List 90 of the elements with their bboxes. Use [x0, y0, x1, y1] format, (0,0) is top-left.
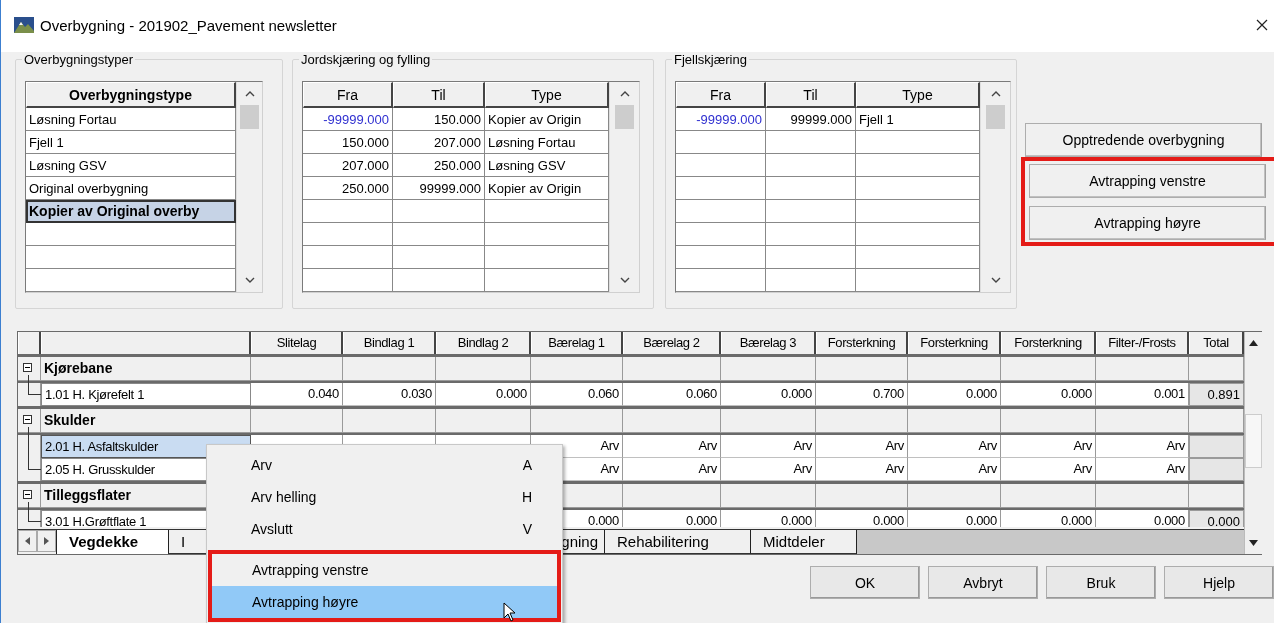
- shortcut-key: V: [522, 521, 532, 537]
- column-header[interactable]: Til: [393, 82, 485, 108]
- dialog-button[interactable]: Avbryt: [928, 566, 1038, 599]
- table-cell: 207.000: [393, 131, 485, 154]
- table-cell: Arv: [721, 457, 816, 481]
- table-cell: 250.000: [393, 154, 485, 177]
- column-header[interactable]: Bærelag 1: [531, 332, 623, 354]
- column-header[interactable]: Filter-/Frosts: [1096, 332, 1189, 354]
- total-cell: 0.891: [1189, 382, 1244, 406]
- table-cell: Arv: [623, 434, 721, 458]
- tab[interactable]: Rehabilitering: [604, 529, 750, 554]
- table-cell: 99999.000: [393, 177, 485, 200]
- table-cell: -99999.000: [303, 108, 393, 131]
- list-item[interactable]: Løsning Fortau: [26, 108, 236, 131]
- total-cell: 0.000: [1189, 509, 1244, 527]
- table-cell: 207.000: [303, 154, 393, 177]
- table-cell: 0.700: [816, 382, 908, 406]
- column-header[interactable]: Overbygningstype: [26, 82, 236, 108]
- table-cell: 99999.000: [766, 108, 856, 131]
- tab[interactable]: Midtdeler: [750, 529, 856, 554]
- menu-item[interactable]: Avslutt V: [207, 513, 562, 545]
- menu-label: Avslutt: [251, 521, 293, 537]
- table-cell: Arv: [623, 457, 721, 481]
- column-header[interactable]: Bindlag 2: [436, 332, 531, 354]
- table-cell: 0.030: [343, 382, 436, 406]
- table-cell: 0.000: [721, 509, 816, 527]
- group-title: Jordskjæring og fylling: [300, 52, 432, 67]
- table-cell: 0.000: [908, 509, 1001, 527]
- table-cell: 0.060: [623, 382, 721, 406]
- group-label: Kjørebane: [41, 356, 251, 380]
- group-title: Overbygningstyper: [23, 52, 135, 67]
- side-button[interactable]: Avtrapping høyre: [1029, 206, 1266, 240]
- list-item[interactable]: Fjell 1: [26, 131, 236, 154]
- table-cell: Arv: [1001, 457, 1096, 481]
- table-cell: 0.001: [1096, 382, 1189, 406]
- column-header[interactable]: Type: [485, 82, 609, 108]
- table-cell: 250.000: [303, 177, 393, 200]
- column-header[interactable]: Slitelag: [251, 332, 343, 354]
- table-cell: Arv: [816, 434, 908, 458]
- column-header[interactable]: Til: [766, 82, 856, 108]
- dialog-button[interactable]: Bruk: [1046, 566, 1156, 599]
- table-cell: 0.000: [1001, 509, 1096, 527]
- column-header[interactable]: Total: [1189, 332, 1244, 354]
- column-header[interactable]: Forsterkning: [908, 332, 1001, 354]
- side-button[interactable]: Avtrapping venstre: [1029, 164, 1266, 198]
- dialog-button[interactable]: OK: [810, 566, 920, 599]
- table-cell: 0.000: [908, 382, 1001, 406]
- column-header[interactable]: Forsterkning: [1001, 332, 1096, 354]
- table-cell: 0.000: [1001, 382, 1096, 406]
- table-cell: 150.000: [303, 131, 393, 154]
- column-header[interactable]: Fra: [303, 82, 393, 108]
- window-title: Overbygning - 201902_Pavement newsletter: [40, 16, 337, 34]
- column-header[interactable]: Forsterkning: [816, 332, 908, 354]
- table-cell: 0.040: [251, 382, 343, 406]
- table-cell: 0.000: [623, 509, 721, 527]
- column-header[interactable]: Bærelag 3: [721, 332, 816, 354]
- shortcut-key: H: [521, 489, 532, 505]
- menu-item[interactable]: Avtrapping venstre: [212, 554, 557, 586]
- shortcut-key: A: [522, 457, 532, 473]
- list-item[interactable]: Løsning GSV: [26, 154, 236, 177]
- column-header[interactable]: Type: [856, 82, 980, 108]
- dialog-button[interactable]: Hjelp: [1164, 566, 1274, 599]
- menu-label: Arv helling: [251, 489, 317, 505]
- table-cell: 0.060: [531, 382, 623, 406]
- table-cell: Arv: [1096, 434, 1189, 458]
- table-cell: 0.000: [721, 382, 816, 406]
- menu-label: Arv: [251, 457, 272, 473]
- side-button[interactable]: Opptredende overbygning: [1025, 123, 1262, 157]
- menu-label: Avtrapping venstre: [252, 562, 369, 578]
- menu-label: Avtrapping høyre: [252, 594, 359, 610]
- table-cell: 0.000: [1096, 509, 1189, 527]
- column-header[interactable]: Fra: [676, 82, 766, 108]
- tab[interactable]: Vegdekke: [56, 529, 168, 554]
- table-cell: 0.000: [816, 509, 908, 527]
- column-header[interactable]: Bærelag 2: [623, 332, 721, 354]
- group-title: Fjellskjæring: [673, 52, 748, 67]
- table-cell: Arv: [908, 434, 1001, 458]
- table-cell: Arv: [816, 457, 908, 481]
- table-cell: 150.000: [393, 108, 485, 131]
- table-cell: Arv: [1096, 457, 1189, 481]
- table-cell: -99999.000: [676, 108, 766, 131]
- table-cell: Arv: [721, 434, 816, 458]
- table-cell: Arv: [1001, 434, 1096, 458]
- menu-item[interactable]: Avtrapping høyre: [212, 586, 557, 618]
- list-item[interactable]: Kopier av Original overby: [26, 200, 236, 223]
- table-cell: Arv: [908, 457, 1001, 481]
- group-label: Skulder: [41, 408, 251, 432]
- column-header[interactable]: Bindlag 1: [343, 332, 436, 354]
- row-label[interactable]: 1.01 H. Kjørefelt 1: [41, 382, 251, 406]
- table-cell: 0.000: [436, 382, 531, 406]
